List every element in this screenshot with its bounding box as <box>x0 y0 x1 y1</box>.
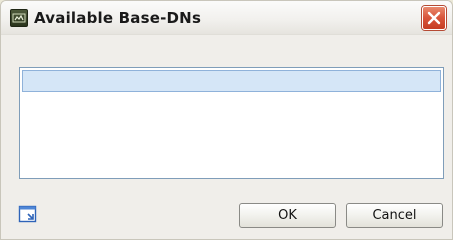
cancel-button[interactable]: Cancel <box>346 203 443 228</box>
list-item-selected[interactable] <box>22 70 441 92</box>
base-dn-dialog: Available Base-DNs OK Cancel <box>0 0 453 240</box>
title-bar[interactable]: Available Base-DNs <box>1 1 452 35</box>
base-dn-list[interactable] <box>19 67 444 179</box>
ok-button[interactable]: OK <box>239 203 336 228</box>
dialog-title: Available Base-DNs <box>34 9 202 27</box>
app-icon <box>10 9 28 27</box>
window-resize-icon[interactable] <box>18 205 38 225</box>
close-icon <box>427 11 441 25</box>
close-button[interactable] <box>422 6 446 30</box>
